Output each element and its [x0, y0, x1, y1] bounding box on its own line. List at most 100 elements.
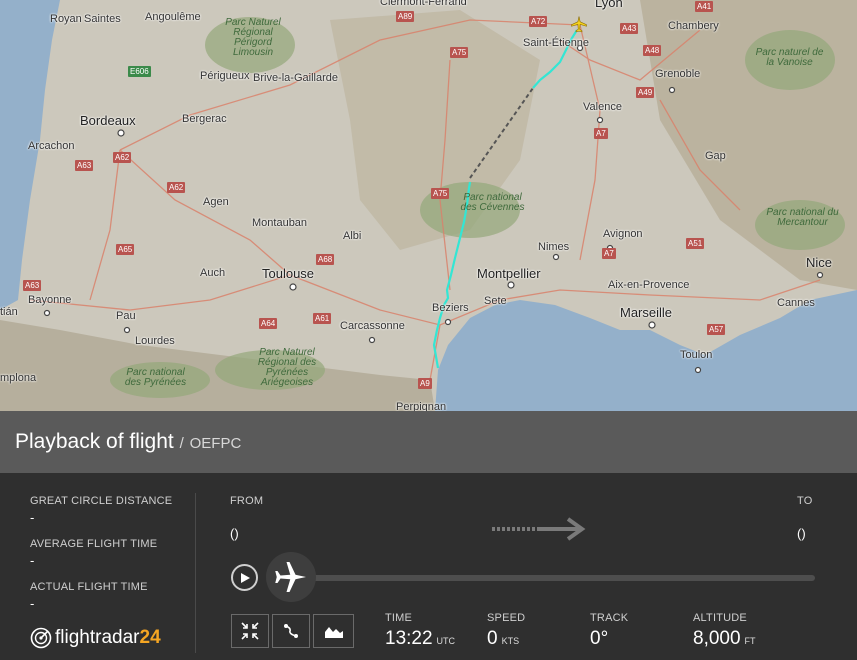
map-terrain: [0, 0, 857, 411]
city-label: Gap: [705, 150, 726, 162]
altitude-readout: 8,000 FT: [693, 628, 756, 650]
fit-view-button[interactable]: [231, 614, 269, 648]
road-shield: A62: [113, 152, 132, 163]
road-shield: A61: [313, 313, 332, 324]
from-value: (): [230, 526, 239, 541]
playback-title-bar: Playback of flight / OEFPC: [0, 411, 857, 473]
collapse-icon: [241, 622, 259, 640]
city-label: Cannes: [777, 297, 815, 309]
park-label: Parc national des Cévennes: [460, 192, 525, 213]
road-shield: A9: [418, 378, 432, 389]
brand-name: flightradar: [55, 627, 140, 648]
city-label: Valence: [583, 101, 622, 113]
from-label: FROM: [230, 495, 264, 507]
road-shield: A63: [23, 280, 42, 291]
city-label: Agen: [203, 196, 229, 208]
road-shield: A57: [707, 324, 726, 335]
route-button[interactable]: [272, 614, 310, 648]
playback-timeline[interactable]: [292, 575, 815, 581]
city-label: Perpignan: [396, 401, 447, 411]
city-label: Bayonne: [28, 294, 72, 306]
city-label: Toulon: [680, 349, 713, 361]
actual-flight-time-label: ACTUAL FLIGHT TIME: [30, 581, 148, 593]
road-shield: A62: [167, 182, 186, 193]
time-label: TIME: [385, 612, 413, 624]
city-label: Albi: [343, 230, 362, 242]
road-shield: A75: [450, 47, 469, 58]
time-unit: UTC: [436, 636, 456, 646]
city-label: Pau: [116, 310, 136, 322]
title-text: Playback of flight: [15, 430, 174, 453]
play-button[interactable]: [231, 564, 258, 591]
city-label: Grenoble: [655, 68, 701, 80]
play-icon: [240, 572, 250, 583]
road-shield: A72: [529, 16, 548, 27]
road-shield: A7: [594, 128, 608, 139]
map-view[interactable]: Royan Saintes Angoulême Clermont-Ferrand…: [0, 0, 857, 411]
road-shield: A89: [396, 11, 415, 22]
city-label: Saint-Étienne: [523, 37, 590, 49]
route-arrow-icon: [490, 516, 590, 547]
avg-flight-time-label: AVERAGE FLIGHT TIME: [30, 538, 158, 550]
to-value: (): [797, 526, 806, 541]
city-label: Aix-en-Provence: [608, 279, 690, 291]
park-label: Parc naturel de la Vanoise: [755, 47, 824, 68]
park-label: Parc Naturel Régional des Pyrénées Ariég…: [257, 347, 317, 388]
panel-divider: [195, 493, 196, 653]
city-label: Saintes: [84, 13, 121, 25]
city-label: Clermont-Ferrand: [380, 0, 467, 8]
altitude-label: ALTITUDE: [693, 612, 747, 624]
city-label: Sete: [484, 295, 507, 307]
city-label: Chambery: [668, 20, 719, 32]
avg-flight-time-value: -: [30, 553, 35, 568]
city-label: tián: [0, 306, 18, 318]
park-label: Parc national des Pyrénées: [124, 367, 187, 388]
area-chart-icon: [324, 627, 343, 638]
road-shield: A48: [643, 45, 662, 56]
city-label: Nimes: [538, 241, 570, 253]
city-label: Brive-la-Gaillarde: [253, 72, 338, 84]
page-title: Playback of flight / OEFPC: [15, 430, 241, 454]
road-shield: A64: [259, 318, 278, 329]
road-shield: E606: [128, 66, 151, 77]
city-label: Lyon: [595, 0, 623, 10]
city-label: Lourdes: [135, 335, 175, 347]
road-shield: A63: [75, 160, 94, 171]
radar-icon: [30, 627, 52, 649]
city-label: Arcachon: [28, 140, 75, 152]
brand-number: 24: [139, 627, 161, 648]
city-label: Toulouse: [262, 266, 315, 281]
altitude-graph-button[interactable]: [313, 614, 354, 648]
airplane-icon: [275, 562, 306, 592]
time-readout: 13:22 UTC: [385, 628, 455, 650]
route-icon: [284, 624, 298, 638]
park-label: Parc national du Mercantour: [766, 207, 839, 228]
flight-info-panel: GREAT CIRCLE DISTANCE - AVERAGE FLIGHT T…: [0, 473, 857, 660]
city-label: Carcassonne: [340, 320, 405, 332]
time-value: 13:22: [385, 628, 433, 649]
city-label: mplona: [0, 372, 37, 384]
road-shield: A7: [602, 248, 616, 259]
city-label: Bergerac: [182, 113, 227, 125]
title-separator: /: [179, 435, 184, 452]
speed-readout: 0 KTS: [487, 628, 519, 650]
flight-id: OEFPC: [189, 435, 242, 452]
speed-label: SPEED: [487, 612, 526, 624]
road-shield: A41: [695, 1, 714, 12]
city-label: Marseille: [620, 305, 673, 320]
great-circle-label: GREAT CIRCLE DISTANCE: [30, 495, 173, 507]
timeline-handle[interactable]: [266, 552, 316, 602]
city-label: Angoulême: [145, 11, 201, 23]
city-label: Nice: [806, 255, 833, 270]
aircraft-icon[interactable]: [570, 15, 588, 33]
track-value: 0°: [590, 628, 609, 649]
road-shield: A68: [316, 254, 335, 265]
park-label: Parc Naturel Régional Périgord Limousin: [225, 17, 281, 58]
flightradar24-logo[interactable]: flightradar 24: [30, 627, 161, 649]
city-label: Avignon: [603, 228, 643, 240]
track-label: TRACK: [590, 612, 629, 624]
city-label: Royan: [50, 13, 82, 25]
speed-unit: KTS: [501, 636, 520, 646]
road-shield: A65: [116, 244, 135, 255]
great-circle-value: -: [30, 510, 35, 525]
